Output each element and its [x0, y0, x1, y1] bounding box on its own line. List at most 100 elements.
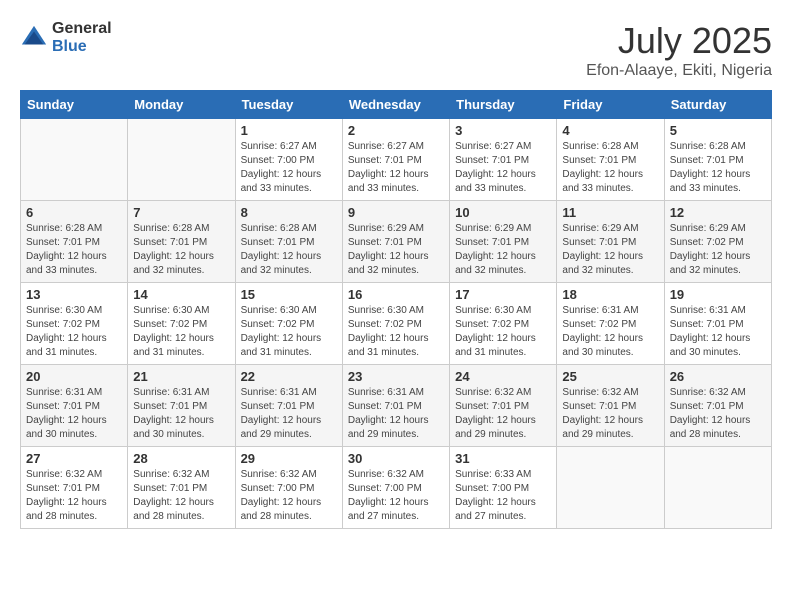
- calendar-cell: 4 Sunrise: 6:28 AMSunset: 7:01 PMDaylight…: [557, 119, 664, 201]
- calendar-week-3: 20 Sunrise: 6:31 AMSunset: 7:01 PMDayligh…: [21, 365, 772, 447]
- day-number: 14: [133, 287, 229, 302]
- calendar-cell: 11 Sunrise: 6:29 AMSunset: 7:01 PMDayligh…: [557, 201, 664, 283]
- calendar-header-row: SundayMondayTuesdayWednesdayThursdayFrid…: [21, 91, 772, 119]
- day-info: Sunrise: 6:29 AMSunset: 7:02 PMDaylight:…: [670, 222, 766, 278]
- calendar-cell: 14 Sunrise: 6:30 AMSunset: 7:02 PMDayligh…: [128, 283, 235, 365]
- calendar-table: SundayMondayTuesdayWednesdayThursdayFrid…: [20, 90, 772, 529]
- calendar-cell: 20Sunrise: 6:31 AMSunset: 7:01 PMDayligh…: [21, 365, 128, 447]
- logo-text: General Blue: [52, 20, 112, 55]
- calendar-cell: 12Sunrise: 6:29 AMSunset: 7:02 PMDayligh…: [664, 201, 771, 283]
- day-number: 3: [455, 123, 551, 138]
- day-number: 2: [348, 123, 444, 138]
- calendar-cell: 18 Sunrise: 6:31 AMSunset: 7:02 PMDayligh…: [557, 283, 664, 365]
- calendar-cell: 21 Sunrise: 6:31 AMSunset: 7:01 PMDayligh…: [128, 365, 235, 447]
- day-number: 9: [348, 205, 444, 220]
- calendar-week-4: 27 Sunrise: 6:32 AMSunset: 7:01 PMDayligh…: [21, 447, 772, 529]
- day-info: Sunrise: 6:29 AMSunset: 7:01 PMDaylight:…: [562, 222, 658, 278]
- calendar-cell: [128, 119, 235, 201]
- day-number: 27: [26, 451, 122, 466]
- logo: General Blue: [20, 20, 112, 55]
- logo-general: General: [52, 20, 112, 38]
- day-number: 20: [26, 369, 122, 384]
- calendar-cell: 27 Sunrise: 6:32 AMSunset: 7:01 PMDayligh…: [21, 447, 128, 529]
- day-number: 25: [562, 369, 658, 384]
- day-info: Sunrise: 6:32 AMSunset: 7:01 PMDaylight:…: [562, 386, 658, 442]
- calendar-cell: 8 Sunrise: 6:28 AMSunset: 7:01 PMDaylight…: [235, 201, 342, 283]
- day-info: Sunrise: 6:29 AMSunset: 7:01 PMDaylight:…: [348, 222, 444, 278]
- day-number: 13: [26, 287, 122, 302]
- day-info: Sunrise: 6:32 AMSunset: 7:00 PMDaylight:…: [348, 468, 444, 524]
- calendar-week-0: 1 Sunrise: 6:27 AMSunset: 7:00 PMDaylight…: [21, 119, 772, 201]
- calendar-cell: 10 Sunrise: 6:29 AMSunset: 7:01 PMDayligh…: [450, 201, 557, 283]
- calendar-cell: 5 Sunrise: 6:28 AMSunset: 7:01 PMDaylight…: [664, 119, 771, 201]
- day-info: Sunrise: 6:27 AMSunset: 7:00 PMDaylight:…: [241, 140, 337, 196]
- calendar-cell: 29 Sunrise: 6:32 AMSunset: 7:00 PMDayligh…: [235, 447, 342, 529]
- calendar-cell: 22Sunrise: 6:31 AMSunset: 7:01 PMDayligh…: [235, 365, 342, 447]
- calendar-week-2: 13 Sunrise: 6:30 AMSunset: 7:02 PMDayligh…: [21, 283, 772, 365]
- header-friday: Friday: [557, 91, 664, 119]
- calendar-cell: 6Sunrise: 6:28 AMSunset: 7:01 PMDaylight…: [21, 201, 128, 283]
- calendar-cell: 25 Sunrise: 6:32 AMSunset: 7:01 PMDayligh…: [557, 365, 664, 447]
- day-info: Sunrise: 6:33 AMSunset: 7:00 PMDaylight:…: [455, 468, 551, 524]
- header-monday: Monday: [128, 91, 235, 119]
- calendar-cell: 30 Sunrise: 6:32 AMSunset: 7:00 PMDayligh…: [342, 447, 449, 529]
- day-number: 31: [455, 451, 551, 466]
- day-info: Sunrise: 6:30 AMSunset: 7:02 PMDaylight:…: [241, 304, 337, 360]
- day-number: 21: [133, 369, 229, 384]
- day-number: 15: [241, 287, 337, 302]
- day-info: Sunrise: 6:31 AMSunset: 7:01 PMDaylight:…: [348, 386, 444, 442]
- title-location: Efon-Alaaye, Ekiti, Nigeria: [586, 62, 772, 80]
- day-number: 11: [562, 205, 658, 220]
- day-number: 10: [455, 205, 551, 220]
- day-info: Sunrise: 6:27 AMSunset: 7:01 PMDaylight:…: [455, 140, 551, 196]
- calendar-week-1: 6Sunrise: 6:28 AMSunset: 7:01 PMDaylight…: [21, 201, 772, 283]
- day-info: Sunrise: 6:31 AMSunset: 7:01 PMDaylight:…: [241, 386, 337, 442]
- header-wednesday: Wednesday: [342, 91, 449, 119]
- day-number: 7: [133, 205, 229, 220]
- day-number: 26: [670, 369, 766, 384]
- title-block: July 2025 Efon-Alaaye, Ekiti, Nigeria: [586, 20, 772, 80]
- logo-icon: [20, 24, 48, 52]
- calendar-cell: 28Sunrise: 6:32 AMSunset: 7:01 PMDayligh…: [128, 447, 235, 529]
- day-info: Sunrise: 6:32 AMSunset: 7:01 PMDaylight:…: [26, 468, 122, 524]
- day-number: 18: [562, 287, 658, 302]
- day-number: 8: [241, 205, 337, 220]
- header-saturday: Saturday: [664, 91, 771, 119]
- day-number: 1: [241, 123, 337, 138]
- day-info: Sunrise: 6:28 AMSunset: 7:01 PMDaylight:…: [26, 222, 122, 278]
- day-number: 4: [562, 123, 658, 138]
- day-info: Sunrise: 6:28 AMSunset: 7:01 PMDaylight:…: [133, 222, 229, 278]
- day-info: Sunrise: 6:30 AMSunset: 7:02 PMDaylight:…: [348, 304, 444, 360]
- day-info: Sunrise: 6:31 AMSunset: 7:02 PMDaylight:…: [562, 304, 658, 360]
- calendar-cell: [21, 119, 128, 201]
- header-thursday: Thursday: [450, 91, 557, 119]
- header-sunday: Sunday: [21, 91, 128, 119]
- calendar-cell: 26 Sunrise: 6:32 AMSunset: 7:01 PMDayligh…: [664, 365, 771, 447]
- day-number: 28: [133, 451, 229, 466]
- day-info: Sunrise: 6:28 AMSunset: 7:01 PMDaylight:…: [670, 140, 766, 196]
- day-number: 19: [670, 287, 766, 302]
- calendar-cell: 13 Sunrise: 6:30 AMSunset: 7:02 PMDayligh…: [21, 283, 128, 365]
- calendar-cell: 19Sunrise: 6:31 AMSunset: 7:01 PMDayligh…: [664, 283, 771, 365]
- day-info: Sunrise: 6:29 AMSunset: 7:01 PMDaylight:…: [455, 222, 551, 278]
- day-number: 30: [348, 451, 444, 466]
- day-number: 24: [455, 369, 551, 384]
- calendar-cell: 23Sunrise: 6:31 AMSunset: 7:01 PMDayligh…: [342, 365, 449, 447]
- calendar-cell: 31 Sunrise: 6:33 AMSunset: 7:00 PMDayligh…: [450, 447, 557, 529]
- day-info: Sunrise: 6:31 AMSunset: 7:01 PMDaylight:…: [133, 386, 229, 442]
- day-number: 29: [241, 451, 337, 466]
- day-info: Sunrise: 6:27 AMSunset: 7:01 PMDaylight:…: [348, 140, 444, 196]
- day-number: 16: [348, 287, 444, 302]
- day-info: Sunrise: 6:30 AMSunset: 7:02 PMDaylight:…: [26, 304, 122, 360]
- day-info: Sunrise: 6:32 AMSunset: 7:01 PMDaylight:…: [455, 386, 551, 442]
- day-info: Sunrise: 6:32 AMSunset: 7:00 PMDaylight:…: [241, 468, 337, 524]
- day-info: Sunrise: 6:30 AMSunset: 7:02 PMDaylight:…: [133, 304, 229, 360]
- day-info: Sunrise: 6:28 AMSunset: 7:01 PMDaylight:…: [562, 140, 658, 196]
- calendar-cell: 17Sunrise: 6:30 AMSunset: 7:02 PMDayligh…: [450, 283, 557, 365]
- calendar-cell: 24 Sunrise: 6:32 AMSunset: 7:01 PMDayligh…: [450, 365, 557, 447]
- day-info: Sunrise: 6:28 AMSunset: 7:01 PMDaylight:…: [241, 222, 337, 278]
- day-info: Sunrise: 6:32 AMSunset: 7:01 PMDaylight:…: [670, 386, 766, 442]
- day-info: Sunrise: 6:30 AMSunset: 7:02 PMDaylight:…: [455, 304, 551, 360]
- day-number: 5: [670, 123, 766, 138]
- calendar-cell: 16 Sunrise: 6:30 AMSunset: 7:02 PMDayligh…: [342, 283, 449, 365]
